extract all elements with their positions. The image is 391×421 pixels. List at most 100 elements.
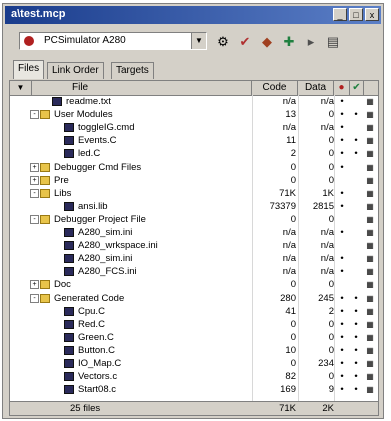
minimize-button[interactable]: _ <box>333 8 347 21</box>
check-marker-icon[interactable]: • <box>350 293 362 304</box>
collapse-icon[interactable]: - <box>30 188 39 198</box>
header-debug-icon[interactable]: ● <box>334 81 350 95</box>
check-marker-icon[interactable]: • <box>350 306 362 317</box>
target-marker-icon[interactable]: ▦ <box>364 358 376 369</box>
target-marker-icon[interactable]: ▦ <box>364 162 376 173</box>
file-row[interactable]: - Generated Code 280 245 • • ▦ <box>10 293 378 304</box>
document-icon[interactable]: ▤ <box>325 34 341 50</box>
target-marker-icon[interactable]: ▦ <box>364 266 376 277</box>
target-marker-icon[interactable]: ▦ <box>364 201 376 212</box>
file-row[interactable]: - Libs 71K 1K • ▦ <box>10 188 378 199</box>
check-marker-icon[interactable]: • <box>350 332 362 343</box>
collapse-icon[interactable]: - <box>30 214 39 224</box>
target-marker-icon[interactable]: ▦ <box>364 122 376 133</box>
file-row[interactable]: IO_Map.C 0 234 • • ▦ <box>10 358 378 369</box>
expand-icon[interactable]: + <box>30 280 39 290</box>
run-icon[interactable]: ▸ <box>303 34 319 50</box>
header-file[interactable]: File <box>32 81 252 95</box>
debug-marker-icon[interactable]: • <box>336 332 348 343</box>
file-row[interactable]: - User Modules 13 0 • • ▦ <box>10 109 378 120</box>
file-row[interactable]: Green.C 0 0 • • ▦ <box>10 332 378 343</box>
debug-marker-icon[interactable]: • <box>336 109 348 120</box>
target-marker-icon[interactable]: ▦ <box>364 148 376 159</box>
file-row[interactable]: Vectors.c 82 0 • • ▦ <box>10 371 378 382</box>
target-select[interactable]: PCSimulator A280 ▼ <box>19 32 207 50</box>
chevron-down-icon[interactable]: ▼ <box>191 33 206 49</box>
file-row[interactable]: + Debugger Cmd Files 0 0 • ▦ <box>10 162 378 173</box>
expand-icon[interactable]: + <box>30 162 39 172</box>
file-row[interactable]: + Pre 0 0 ▦ <box>10 175 378 186</box>
debug-marker-icon[interactable]: • <box>336 188 348 199</box>
target-marker-icon[interactable]: ▦ <box>364 345 376 356</box>
check-marker-icon[interactable]: • <box>350 109 362 120</box>
debug-marker-icon[interactable]: • <box>336 122 348 133</box>
check-marker-icon[interactable]: • <box>350 371 362 382</box>
file-row[interactable]: A280_FCS.ini n/a n/a • ▦ <box>10 266 378 277</box>
check-marker-icon[interactable]: • <box>350 345 362 356</box>
target-marker-icon[interactable]: ▦ <box>364 253 376 264</box>
target-marker-icon[interactable]: ▦ <box>364 188 376 199</box>
file-row[interactable]: Events.C 11 0 • • ▦ <box>10 135 378 146</box>
tab-files[interactable]: Files <box>13 60 45 79</box>
file-row[interactable]: ansi.lib 73379 2815 • ▦ <box>10 201 378 212</box>
check-marker-icon[interactable]: • <box>350 358 362 369</box>
target-marker-icon[interactable]: ▦ <box>364 279 376 290</box>
check-marker-icon[interactable]: • <box>350 135 362 146</box>
file-row[interactable]: A280_sim.ini n/a n/a • ▦ <box>10 253 378 264</box>
debug-marker-icon[interactable]: • <box>336 253 348 264</box>
debug-marker-icon[interactable]: • <box>336 96 348 107</box>
target-marker-icon[interactable]: ▦ <box>364 175 376 186</box>
make-icon[interactable]: ◆ <box>259 34 275 50</box>
file-row[interactable]: Button.C 10 0 • • ▦ <box>10 345 378 356</box>
debug-marker-icon[interactable]: • <box>336 227 348 238</box>
debug-marker-icon[interactable]: • <box>336 148 348 159</box>
file-row[interactable]: readme.txt n/a n/a • ▦ <box>10 96 378 107</box>
file-row[interactable]: + Doc 0 0 ▦ <box>10 279 378 290</box>
tab-link-order[interactable]: Link Order <box>47 62 104 79</box>
check-marker-icon[interactable]: • <box>350 384 362 395</box>
debug-marker-icon[interactable]: • <box>336 371 348 382</box>
expand-icon[interactable]: + <box>30 175 39 185</box>
debug-marker-icon[interactable]: • <box>336 201 348 212</box>
target-marker-icon[interactable]: ▦ <box>364 214 376 225</box>
tab-targets[interactable]: Targets <box>111 62 154 79</box>
target-marker-icon[interactable]: ▦ <box>364 227 376 238</box>
file-row[interactable]: Start08.c 169 9 • • ▦ <box>10 384 378 395</box>
header-code[interactable]: Code <box>252 81 298 95</box>
target-marker-icon[interactable]: ▦ <box>364 135 376 146</box>
target-marker-icon[interactable]: ▦ <box>364 384 376 395</box>
file-row[interactable]: A280_wrkspace.ini n/a n/a ▦ <box>10 240 378 251</box>
file-row[interactable]: toggleIG.cmd n/a n/a • ▦ <box>10 122 378 133</box>
collapse-icon[interactable]: - <box>30 293 39 303</box>
debug-marker-icon[interactable]: • <box>336 135 348 146</box>
header-check-icon[interactable]: ✔ <box>350 81 364 95</box>
file-row[interactable]: led.C 2 0 • • ▦ <box>10 148 378 159</box>
target-marker-icon[interactable]: ▦ <box>364 306 376 317</box>
close-button[interactable]: x <box>365 8 379 21</box>
target-marker-icon[interactable]: ▦ <box>364 96 376 107</box>
debug-marker-icon[interactable]: • <box>336 358 348 369</box>
file-row[interactable]: Cpu.C 41 2 • • ▦ <box>10 306 378 317</box>
file-row[interactable]: A280_sim.ini n/a n/a • ▦ <box>10 227 378 238</box>
debug-marker-icon[interactable]: • <box>336 384 348 395</box>
target-marker-icon[interactable]: ▦ <box>364 293 376 304</box>
check-marker-icon[interactable]: • <box>350 319 362 330</box>
sort-arrow-icon[interactable]: ▼ <box>10 81 32 95</box>
target-marker-icon[interactable]: ▦ <box>364 332 376 343</box>
target-marker-icon[interactable]: ▦ <box>364 371 376 382</box>
header-data[interactable]: Data <box>298 81 334 95</box>
check-icon[interactable]: ✔ <box>237 34 253 50</box>
file-row[interactable]: - Debugger Project File 0 0 ▦ <box>10 214 378 225</box>
debug-marker-icon[interactable]: • <box>336 345 348 356</box>
debug-marker-icon[interactable]: • <box>336 266 348 277</box>
debug-marker-icon[interactable]: • <box>336 306 348 317</box>
debug-icon[interactable]: ✚ <box>281 34 297 50</box>
settings-icon[interactable]: ⚙ <box>215 34 231 50</box>
title-bar[interactable]: a\test.mcp _ □ x <box>5 6 381 24</box>
debug-marker-icon[interactable]: • <box>336 319 348 330</box>
check-marker-icon[interactable]: • <box>350 148 362 159</box>
collapse-icon[interactable]: - <box>30 110 39 120</box>
header-extra[interactable] <box>364 81 378 95</box>
file-row[interactable]: Red.C 0 0 • • ▦ <box>10 319 378 330</box>
debug-marker-icon[interactable]: • <box>336 293 348 304</box>
